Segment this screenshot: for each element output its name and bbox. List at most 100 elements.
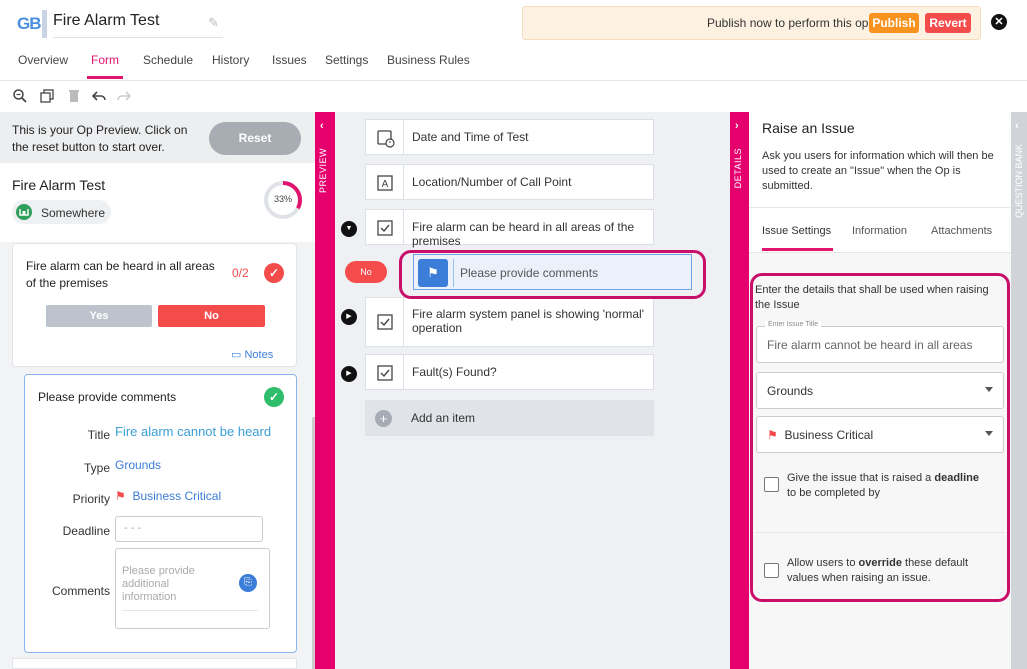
title-label: Title (87, 428, 110, 442)
preview-info-bar: This is your Op Preview. Click on the re… (0, 112, 315, 163)
question-bank-label: QUESTION BANK (1014, 144, 1024, 219)
checkbox-icon (366, 210, 404, 244)
highlight-sub-item (399, 250, 706, 299)
add-item-button[interactable]: + Add an item (365, 400, 654, 436)
active-details-tab-indicator (762, 248, 833, 251)
chevron-right-icon[interactable]: › (735, 120, 739, 132)
notes-link[interactable]: ▭ Notes (231, 348, 273, 361)
question-status-icon: ✓ (264, 263, 284, 283)
form-item-alarm-heard[interactable]: Fire alarm can be heard in all areas of … (365, 209, 654, 248)
checkbox-icon (366, 355, 404, 389)
comment-card-title: Please provide comments (38, 390, 177, 404)
preview-info-text: This is your Op Preview. Click on the re… (12, 123, 188, 154)
yes-button[interactable]: Yes (46, 305, 152, 327)
issue-type-value[interactable]: Grounds (115, 458, 161, 472)
reset-button[interactable]: Reset (209, 122, 301, 155)
checkbox-icon (366, 298, 404, 346)
next-card-edge (12, 658, 297, 669)
complete-check-icon: ✓ (264, 387, 284, 407)
question-text: Fire alarm can be heard in all areas of … (26, 259, 215, 290)
tab-history[interactable]: History (212, 53, 249, 67)
location-chip[interactable]: Somewhere (12, 200, 111, 224)
question-card: Fire alarm can be heard in all areas of … (12, 243, 297, 367)
tab-form[interactable]: Form (91, 53, 119, 67)
tab-business-rules[interactable]: Business Rules (387, 53, 470, 67)
comments-label: Comments (51, 584, 110, 598)
text-field-icon: A (366, 165, 404, 199)
datetime-icon (366, 120, 404, 154)
progress-percent: 33% (273, 194, 292, 204)
title-underline (53, 37, 223, 38)
form-item-datetime[interactable]: Date and Time of Test (365, 119, 654, 155)
op-title[interactable]: Fire Alarm Test (53, 12, 159, 30)
highlight-issue-settings (750, 273, 1010, 602)
location-text: Somewhere (41, 206, 106, 220)
active-tab-indicator (87, 76, 123, 79)
copy-icon[interactable] (39, 88, 55, 104)
trash-icon[interactable] (66, 88, 82, 104)
tab-settings[interactable]: Settings (325, 53, 368, 67)
op-summary-card: Fire Alarm Test Somewhere 33% (0, 163, 315, 242)
redo-icon[interactable] (116, 88, 132, 104)
expand-toggle-icon[interactable]: ▶ (341, 366, 357, 382)
details-strip[interactable]: › DETAILS (730, 112, 749, 669)
form-item-text: Location/Number of Call Point (412, 175, 572, 189)
undo-icon[interactable] (91, 88, 107, 104)
svg-text:A: A (382, 179, 389, 190)
attachment-icon[interactable]: ⎘ (239, 574, 257, 592)
no-button[interactable]: No (158, 305, 265, 327)
details-divider (749, 207, 1011, 208)
form-item-faults[interactable]: Fault(s) Found? (365, 354, 654, 390)
progress-ring: 33% (263, 180, 303, 220)
details-title: Raise an Issue (762, 120, 855, 136)
publish-banner-text: Publish now to perform this op (707, 16, 869, 30)
condition-no-pill[interactable]: No (345, 261, 387, 283)
tab-attachments[interactable]: Attachments (931, 225, 992, 237)
issue-title-value[interactable]: Fire alarm cannot be heard (115, 424, 271, 439)
deadline-input[interactable]: - - - (115, 516, 263, 542)
tab-schedule[interactable]: Schedule (143, 53, 193, 67)
details-strip-label: DETAILS (733, 148, 743, 189)
details-description: Ask you users for information which will… (762, 150, 994, 192)
form-item-panel-normal[interactable]: Fire alarm system panel is showing 'norm… (365, 297, 654, 347)
close-icon[interactable]: ✕ (991, 14, 1007, 30)
question-bank-strip[interactable]: ‹ QUESTION BANK (1011, 112, 1027, 669)
preview-strip-label: PREVIEW (318, 148, 328, 194)
question-count: 0/2 (232, 266, 249, 280)
header-divider (0, 80, 1027, 81)
tab-information[interactable]: Information (852, 225, 907, 237)
chevron-left-icon[interactable]: ‹ (1015, 120, 1019, 132)
publish-button[interactable]: Publish (869, 13, 919, 33)
comments-divider (122, 610, 258, 611)
chevron-left-icon[interactable]: ‹ (320, 120, 324, 132)
comments-textarea[interactable]: Please provide additional information ⎘ (115, 548, 270, 629)
form-item-text: Fire alarm system panel is showing 'norm… (412, 307, 644, 335)
form-builder: Date and Time of Test A Location/Number … (335, 112, 730, 669)
publish-banner: Publish now to perform this op Publish R… (522, 6, 981, 40)
tab-overview[interactable]: Overview (18, 53, 68, 67)
form-item-location[interactable]: A Location/Number of Call Point (365, 164, 654, 200)
edit-pencil-icon[interactable]: ✎ (208, 15, 219, 31)
expand-toggle-icon[interactable]: ▶ (341, 309, 357, 325)
op-preview-panel: This is your Op Preview. Click on the re… (0, 112, 315, 669)
type-label: Type (83, 461, 110, 475)
collapse-toggle-icon[interactable]: ▼ (341, 221, 357, 237)
revert-button[interactable]: Revert (925, 13, 971, 33)
tab-issues[interactable]: Issues (272, 53, 307, 67)
plus-icon: + (375, 410, 392, 427)
issue-priority-value[interactable]: ⚑ Business Critical (115, 489, 221, 503)
comment-issue-card: Please provide comments ✓ Title Fire ala… (24, 374, 297, 653)
add-item-label: Add an item (411, 411, 476, 425)
zoom-icon[interactable] (12, 88, 28, 104)
tab-issue-settings[interactable]: Issue Settings (762, 225, 831, 237)
notes-icon: ▭ (231, 349, 245, 361)
preview-op-title: Fire Alarm Test (12, 177, 106, 193)
form-item-text: Fire alarm can be heard in all areas of … (412, 220, 635, 248)
comments-placeholder: Please provide additional information (122, 565, 195, 603)
preview-strip[interactable]: ‹ PREVIEW (315, 112, 335, 669)
priority-text: Business Critical (132, 489, 222, 503)
form-item-text: Fault(s) Found? (412, 365, 497, 379)
form-item-text: Date and Time of Test (412, 130, 529, 144)
flag-icon: ⚑ (115, 489, 126, 503)
deadline-label: Deadline (62, 524, 110, 538)
